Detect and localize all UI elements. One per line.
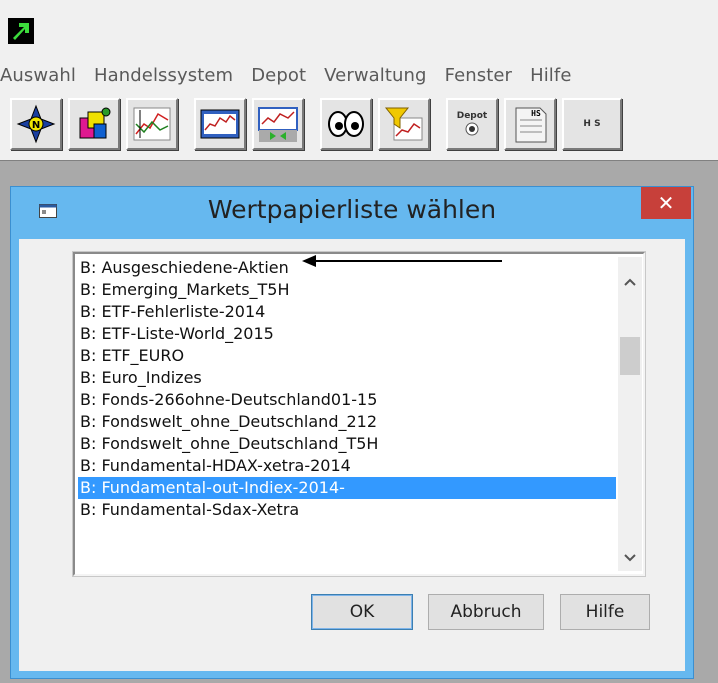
list-scrollbar[interactable]	[618, 257, 642, 571]
app-header	[0, 0, 718, 58]
close-button[interactable]: ✕	[641, 187, 691, 219]
chart-view-button[interactable]	[194, 98, 246, 150]
list-item-selected[interactable]: B: Fundamental-out-Indiex-2014-	[78, 477, 616, 499]
list-item[interactable]: B: Emerging_Markets_T5H	[78, 279, 616, 301]
hs-label: H S	[583, 119, 601, 129]
chevron-down-icon	[624, 554, 636, 562]
navigator-button[interactable]: N	[10, 98, 62, 150]
document-icon: HS	[515, 107, 547, 143]
hs-system-button[interactable]: H S	[562, 98, 622, 150]
list-item[interactable]: B: Euro_Indizes	[78, 367, 616, 389]
hs-document-button[interactable]: HS	[504, 98, 556, 150]
list-item[interactable]: B: Fondswelt_ohne_Deutschland_212	[78, 411, 616, 433]
compass-icon: N	[16, 104, 56, 144]
dialog-title: Wertpapierliste wählen	[207, 195, 497, 224]
watch-button[interactable]	[320, 98, 372, 150]
close-icon: ✕	[657, 191, 675, 215]
chart-lines-button[interactable]	[126, 98, 178, 150]
dialog-titlebar[interactable]: Wertpapierliste wählen ✕	[11, 187, 693, 239]
funnel-icon	[384, 107, 423, 141]
list-item[interactable]: B: Fondswelt_ohne_Deutschland_T5H	[78, 433, 616, 455]
list-item[interactable]: B: ETF-Liste-World_2015	[78, 323, 616, 345]
radio-dot-icon	[465, 122, 479, 136]
cancel-button[interactable]: Abbruch	[428, 594, 544, 630]
price-chart-icon	[200, 109, 240, 139]
ok-button[interactable]: OK	[311, 594, 413, 630]
menu-depot[interactable]: Depot	[242, 65, 315, 86]
svg-text:N: N	[32, 120, 40, 131]
help-button[interactable]: Hilfe	[560, 594, 650, 630]
eyes-icon	[328, 111, 364, 137]
securities-list[interactable]: B: Ausgeschiedene-Aktien B: Emerging_Mar…	[72, 251, 646, 577]
depot-button[interactable]: Depot	[446, 98, 498, 150]
svg-text:HS: HS	[531, 109, 541, 118]
app-logo-icon	[8, 18, 34, 44]
scroll-down-button[interactable]	[618, 547, 642, 569]
menu-verwaltung[interactable]: Verwaltung	[315, 65, 435, 86]
scroll-up-button[interactable]	[618, 271, 642, 293]
wertpapierliste-dialog: Wertpapierliste wählen ✕ B: Ausgeschiede…	[10, 186, 694, 679]
menu-fenster[interactable]: Fenster	[436, 65, 521, 86]
chevron-up-icon	[624, 278, 636, 286]
menu-handelssystem[interactable]: Handelssystem	[85, 65, 242, 86]
list-item[interactable]: B: Fundamental-Sdax-Xetra	[78, 499, 616, 521]
menu-bar: Auswahl Handelssystem Depot Verwaltung F…	[0, 58, 718, 92]
list-item[interactable]: B: ETF-Fehlerliste-2014	[78, 301, 616, 323]
menu-auswahl[interactable]: Auswahl	[0, 65, 85, 86]
list-item[interactable]: B: Fundamental-HDAX-xetra-2014	[78, 455, 616, 477]
list-item[interactable]: B: Fonds-266ohne-Deutschland01-15	[78, 389, 616, 411]
filter-button[interactable]	[378, 98, 430, 150]
toolbar: N Depot HS H S	[0, 92, 718, 158]
chart-signals-button[interactable]	[252, 98, 304, 150]
depot-label: Depot	[456, 111, 488, 121]
menu-hilfe[interactable]: Hilfe	[521, 65, 580, 86]
list-item[interactable]: B: ETF_EURO	[78, 345, 616, 367]
trend-chart-icon	[133, 107, 171, 141]
annotation-arrow-icon	[302, 255, 502, 267]
scroll-thumb[interactable]	[620, 337, 640, 375]
dialog-client: B: Ausgeschiedene-Aktien B: Emerging_Mar…	[19, 239, 685, 671]
list-items: B: Ausgeschiedene-Aktien B: Emerging_Mar…	[78, 257, 616, 571]
signal-chart-icon	[258, 107, 298, 142]
analysis-button[interactable]	[68, 98, 120, 150]
cubes-icon	[79, 107, 111, 139]
